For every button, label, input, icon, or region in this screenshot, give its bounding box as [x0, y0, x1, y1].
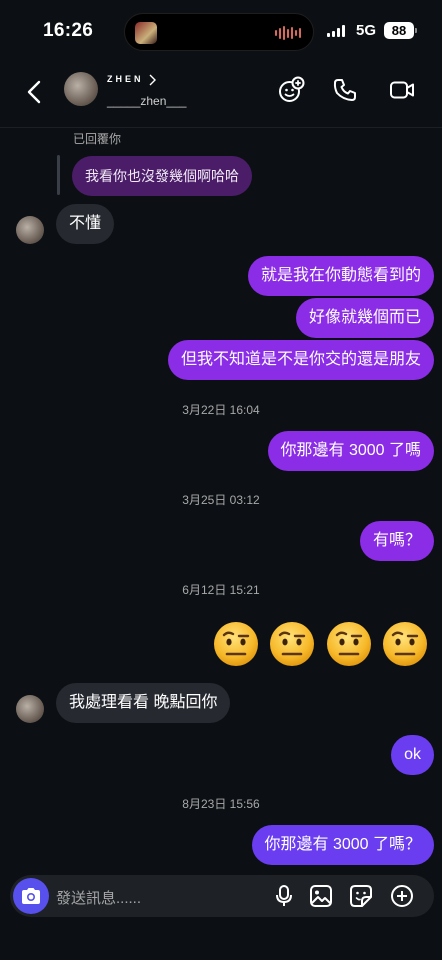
reply-context-label: 已回覆你 — [73, 132, 122, 146]
message-timestamp: 3月25日 03:12 — [182, 493, 260, 507]
camera-icon — [22, 888, 40, 904]
add-sticker-face-icon[interactable] — [277, 76, 305, 104]
message-composer: 發送訊息...... — [10, 875, 434, 917]
network-type: 5G — [356, 22, 377, 39]
received-message[interactable]: 我處理看看 晚點回你 — [56, 683, 231, 723]
contact-display-name[interactable]: ZHEN — [107, 74, 144, 84]
add-plus-icon[interactable] — [390, 884, 414, 908]
contact-username[interactable]: _____zhen___ — [107, 94, 186, 108]
back-arrow-icon[interactable] — [24, 78, 46, 106]
raised-eyebrow-emoji-icon[interactable] — [268, 620, 316, 668]
message-timestamp: 3月22日 16:04 — [182, 403, 260, 417]
gallery-image-icon[interactable] — [309, 884, 333, 908]
sent-message[interactable]: 就是我在你動態看到的 — [247, 256, 434, 296]
chat-header: ZHEN _____zhen___ — [0, 62, 442, 128]
microphone-icon[interactable] — [272, 884, 296, 908]
battery-level: 88 — [384, 22, 414, 39]
battery-tip — [415, 28, 417, 33]
audio-waveform-icon — [275, 26, 301, 40]
cellular-signal-icon — [327, 25, 345, 37]
contact-avatar-small[interactable] — [16, 216, 44, 244]
raised-eyebrow-emoji-icon[interactable] — [212, 620, 260, 668]
video-call-icon[interactable] — [388, 76, 416, 104]
status-time: 16:26 — [43, 20, 94, 41]
received-message[interactable]: 不懂 — [56, 204, 115, 244]
camera-button[interactable] — [13, 878, 49, 914]
chevron-right-icon[interactable] — [147, 73, 157, 87]
contact-avatar-small[interactable] — [16, 695, 44, 723]
sent-message[interactable]: ok — [391, 735, 434, 775]
message-input[interactable]: 發送訊息...... — [56, 887, 141, 908]
raised-eyebrow-emoji-icon[interactable] — [325, 620, 373, 668]
message-timestamp: 8月23日 15:56 — [182, 797, 260, 811]
message-timestamp: 6月12日 15:21 — [182, 583, 260, 597]
raised-eyebrow-emoji-icon[interactable] — [381, 620, 429, 668]
now-playing-artwork — [135, 22, 157, 44]
phone-call-icon[interactable] — [331, 76, 359, 104]
sticker-icon[interactable] — [349, 884, 373, 908]
dynamic-island[interactable] — [124, 13, 314, 51]
sent-message[interactable]: 你那邊有 3000 了嗎？ — [251, 825, 434, 865]
sent-message[interactable]: 你那邊有 3000 了嗎 — [267, 431, 434, 471]
quoted-message[interactable]: 我看你也沒發幾個啊哈哈 — [72, 156, 252, 196]
contact-avatar[interactable] — [64, 72, 98, 106]
sent-message[interactable]: 有嗎？ — [359, 521, 434, 561]
sent-message[interactable]: 好像就幾個而已 — [295, 298, 434, 338]
reply-quote-bar — [57, 155, 60, 195]
status-bar: 16:26 5G 88 — [0, 0, 442, 62]
sent-message[interactable]: 但我不知道是不是你交的還是朋友 — [167, 340, 434, 380]
